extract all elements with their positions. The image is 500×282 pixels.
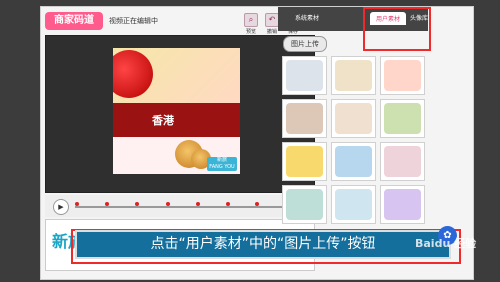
timeline-marker[interactable] <box>196 202 200 206</box>
timeline-marker[interactable] <box>105 202 109 206</box>
thumbnail-item[interactable] <box>282 142 327 181</box>
thumbnail-item[interactable] <box>331 185 376 224</box>
preview-title: 香港 <box>152 114 174 127</box>
thumbnail-item[interactable] <box>380 99 425 138</box>
preview-image: 香港 新旅 FANG YOU <box>113 48 240 174</box>
instruction-caption: 点击“用户素材”中的“图片上传”按钮 <box>75 230 451 259</box>
timeline-marker[interactable] <box>135 202 139 206</box>
thumbnail-item[interactable] <box>331 142 376 181</box>
highlight-user-materials-tab <box>363 7 431 51</box>
thumbnail-item[interactable] <box>282 56 327 95</box>
app-logo: 商家码道 <box>45 12 103 30</box>
editing-status: 视频正在编辑中 <box>109 17 158 25</box>
preview-stage: 香港 新旅 FANG YOU <box>45 35 315 193</box>
thumbnail-item[interactable] <box>282 185 327 224</box>
thumbnail-item[interactable] <box>331 56 376 95</box>
thumbnail-item[interactable] <box>380 56 425 95</box>
brand-badge: 新旅 FANG YOU <box>207 157 237 171</box>
brand-badge-title: 新旅 <box>216 157 227 163</box>
thumbnail-item[interactable] <box>380 142 425 181</box>
play-button[interactable]: ▶ <box>53 199 69 215</box>
thumbnail-item[interactable] <box>282 99 327 138</box>
undo-icon: ↶ <box>265 13 279 27</box>
thumbnail-item[interactable] <box>331 99 376 138</box>
image-upload-button[interactable]: 图片上传 <box>283 36 327 52</box>
baidu-watermark: Baidu 经验 <box>415 237 477 250</box>
timeline-bar: ▶ <box>45 195 313 217</box>
red-band <box>113 103 240 137</box>
timeline-track[interactable] <box>75 202 307 208</box>
magnifier-icon: ⌕ <box>244 13 258 27</box>
timeline-marker[interactable] <box>75 202 79 206</box>
thumbnail-item[interactable] <box>380 185 425 224</box>
preview-button[interactable]: ⌕ 预览 <box>243 13 259 35</box>
timeline-marker[interactable] <box>166 202 170 206</box>
timeline-marker[interactable] <box>226 202 230 206</box>
brand-badge-subtitle: FANG YOU <box>209 164 235 170</box>
timeline-marker[interactable] <box>255 202 259 206</box>
tab-system-materials[interactable]: 系统素材 <box>295 13 319 22</box>
